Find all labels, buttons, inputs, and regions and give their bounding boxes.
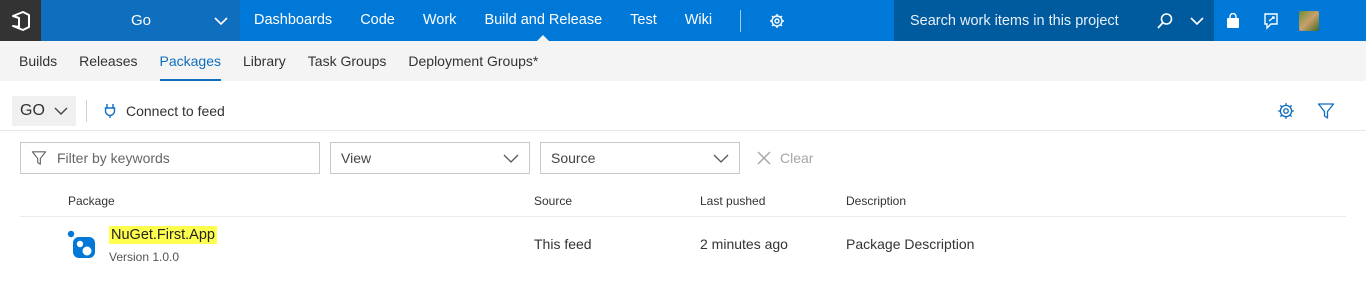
tab-task-groups[interactable]: Task Groups <box>297 41 398 81</box>
connect-to-feed-button[interactable]: Connect to feed <box>104 97 225 125</box>
nav-dashboards[interactable]: Dashboards <box>240 0 346 41</box>
clear-filters-button[interactable]: Clear <box>756 142 813 174</box>
search-icon[interactable] <box>1156 12 1174 30</box>
avatar <box>1299 10 1319 31</box>
connect-label: Connect to feed <box>126 103 225 119</box>
search-box <box>894 0 1214 41</box>
header-divider <box>20 216 1346 217</box>
feedback-icon[interactable] <box>1252 0 1290 41</box>
view-dropdown[interactable]: View <box>330 142 530 174</box>
shopping-bag-icon[interactable] <box>1214 0 1252 41</box>
package-description: Package Description <box>846 236 975 252</box>
nuget-package-icon <box>67 230 95 258</box>
packages-toolbar: GO Connect to feed <box>0 81 1366 131</box>
tab-packages[interactable]: Packages <box>149 41 232 81</box>
hub-nav: Builds Releases Packages Library Task Gr… <box>0 41 1366 81</box>
filter-icon[interactable] <box>1315 100 1337 122</box>
nav-wiki[interactable]: Wiki <box>671 0 726 41</box>
gear-icon[interactable] <box>1275 100 1297 122</box>
chevron-down-icon[interactable] <box>1190 14 1204 28</box>
nav-divider <box>740 9 742 32</box>
chevron-down-icon <box>214 16 228 25</box>
source-dropdown-label: Source <box>551 150 596 166</box>
plug-icon <box>104 104 116 118</box>
tab-releases[interactable]: Releases <box>68 41 148 81</box>
column-header-source[interactable]: Source <box>534 194 572 208</box>
vsts-logo-icon[interactable] <box>0 0 41 41</box>
column-header-last-pushed[interactable]: Last pushed <box>700 194 765 208</box>
tab-library[interactable]: Library <box>232 41 297 81</box>
keyword-filter-input[interactable] <box>57 150 307 166</box>
view-dropdown-label: View <box>341 150 372 166</box>
gear-icon[interactable] <box>755 0 799 41</box>
source-dropdown[interactable]: Source <box>540 142 740 174</box>
column-header-package[interactable]: Package <box>68 194 115 208</box>
chevron-down-icon <box>713 154 729 163</box>
package-version: Version 1.0.0 <box>109 250 180 264</box>
package-source: This feed <box>534 236 592 252</box>
tab-deployment-groups[interactable]: Deployment Groups* <box>397 41 549 81</box>
avatar-button[interactable] <box>1290 0 1328 41</box>
clear-label: Clear <box>780 150 814 166</box>
nav-code[interactable]: Code <box>346 0 409 41</box>
feed-name: GO <box>20 102 45 119</box>
nav-test[interactable]: Test <box>616 0 671 41</box>
nav-work[interactable]: Work <box>409 0 471 41</box>
nav-build-and-release[interactable]: Build and Release <box>470 0 616 41</box>
column-header-description[interactable]: Description <box>846 194 906 208</box>
toolbar-divider <box>86 100 87 122</box>
topbar-actions <box>1214 0 1328 41</box>
project-name: Go <box>131 12 152 29</box>
package-name-link[interactable]: NuGet.First.App <box>109 226 217 244</box>
search-input[interactable] <box>910 12 1150 29</box>
main-nav: Dashboards Code Work Build and Release T… <box>240 0 799 41</box>
close-icon <box>757 151 771 165</box>
keyword-filter <box>20 142 320 174</box>
top-bar: Go Dashboards Code Work Build and Releas… <box>0 0 1366 41</box>
filter-icon <box>31 151 47 165</box>
project-selector[interactable]: Go <box>41 0 240 41</box>
tab-builds[interactable]: Builds <box>8 41 68 81</box>
feed-picker[interactable]: GO <box>12 96 76 126</box>
package-last-pushed: 2 minutes ago <box>700 236 788 252</box>
chevron-down-icon <box>54 107 68 115</box>
chevron-down-icon <box>503 154 519 163</box>
